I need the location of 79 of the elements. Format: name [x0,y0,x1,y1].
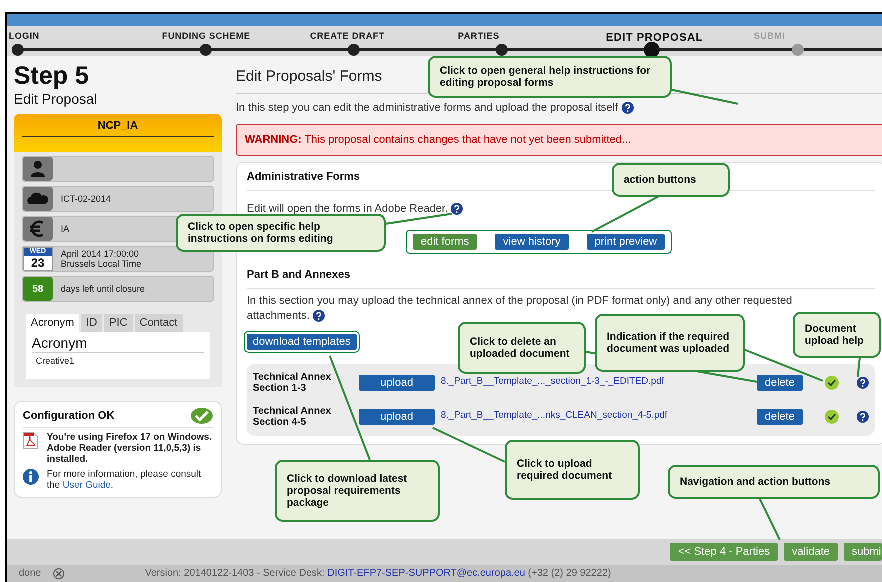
callout: Document upload help [793,312,881,358]
step-label: EDIT PROPOSAL [606,31,704,46]
tab[interactable]: ID [81,314,102,332]
file-link[interactable]: 8._Part_B__Template_..._section_1-3_-_EDITED.pdf [441,375,751,390]
callout: action buttons [612,163,730,197]
callout: Click to open specific help instructions on forms editing [176,214,386,252]
upload-button[interactable]: upload [359,374,435,390]
section-heading: Part B and Annexes [247,267,875,288]
action-button[interactable]: view history [495,234,569,250]
intro-text: In this step you can edit the administrative forms and upload the proposal itself [236,100,618,116]
info-text: days left until closure [61,284,146,294]
step-label: LOGIN [9,30,40,43]
tab[interactable]: PIC [104,314,133,332]
configuration-message: You're using Firefox 17 on Windows. Adobe Reader (version 11,0,5,3) is installed. [47,432,213,465]
delete-button[interactable]: delete [757,408,803,424]
calendar-day: 23 [24,256,52,270]
info-text: ICT-02-2014 [61,194,112,204]
callout: Click to delete an uploaded document [458,322,586,374]
footer-button[interactable]: << Step 4 - Parties [670,543,778,561]
callout: Click to upload required document [505,440,640,500]
euro-icon [23,217,53,241]
leader-line [759,498,781,540]
user-guide-link[interactable]: User Guide [62,480,111,491]
pdf-file-icon [23,432,39,450]
person-icon [23,157,53,181]
file-link[interactable]: 8._Part_B__Template_...nks_CLEAN_section_4-5.pdf [441,409,751,424]
tab[interactable]: Acronym [26,314,80,332]
callout: Click to download latest proposal requirements package [275,460,440,522]
configuration-info: For more information, please consult the User Guide. [47,469,202,491]
callout: Indication if the required document was uploaded [595,314,745,372]
document-name: Technical Annex Section 1-3 [253,372,332,394]
step-node[interactable] [496,44,508,56]
step-label: CREATE DRAFT [310,30,385,43]
version-text: Version: 20140122-1403 - Service Desk: DIGIT-EFP7-SEP-SUPPORT@ec.europa.eu (+32 (2) 29 92222) [145,567,612,581]
footer-button[interactable]: validate [784,543,838,561]
document-name: Technical Annex Section 4-5 [253,406,332,428]
info-text: April 2014 17:00:00 [61,249,140,259]
step-label: FUNDING SCHEME [162,30,251,43]
configuration-title: Configuration OK [23,408,115,424]
help-icon [857,376,869,388]
step-label: PARTIES [458,30,500,43]
field-value: Creative1 [36,355,76,368]
info-icon [23,469,39,485]
cloud-icon [23,187,53,211]
callout: Click to open general help instructions for editing proposal forms [428,56,672,98]
status-text: done [19,567,42,581]
help-icon [622,102,634,114]
help-icon [451,202,464,215]
step-node[interactable] [792,44,804,56]
check-icon [191,408,213,424]
step-subtitle: Edit Proposal [14,90,98,108]
download-templates-button[interactable]: download templates [247,334,357,350]
leader-line [386,213,452,225]
warning-text: WARNING: This proposal contains changes that have not yet been submitted... [245,132,632,148]
footer-button[interactable]: submi [844,543,882,561]
action-button[interactable]: print preview [586,234,666,250]
callout: Navigation and action buttons [668,465,880,499]
close-icon [53,568,66,580]
section-text: Edit will open the forms in Adobe Reader. [247,202,448,216]
upload-button[interactable]: upload [359,408,435,424]
step-node[interactable] [348,44,360,56]
proposal-name: NCP_IA [22,118,214,136]
delete-button[interactable]: delete [757,374,803,390]
step-node[interactable] [200,44,212,56]
help-icon [313,310,326,322]
help-icon [857,410,869,422]
step-label: SUBMI [754,30,786,43]
days-counter: 58 [23,277,53,301]
info-text: IA [61,224,70,234]
field-label: Acronym [32,334,204,353]
leader-line [672,89,738,105]
leader-line [857,358,861,378]
step-title: Step 5 [14,62,90,90]
action-button[interactable]: edit forms [413,234,478,250]
step-node[interactable] [12,44,24,56]
info-text: Brussels Local Time [61,259,142,269]
leader-line [592,195,660,233]
support-email-link[interactable]: DIGIT-EFP7-SEP-SUPPORT@ec.europa.eu [328,568,526,579]
tab[interactable]: Contact [134,314,183,332]
